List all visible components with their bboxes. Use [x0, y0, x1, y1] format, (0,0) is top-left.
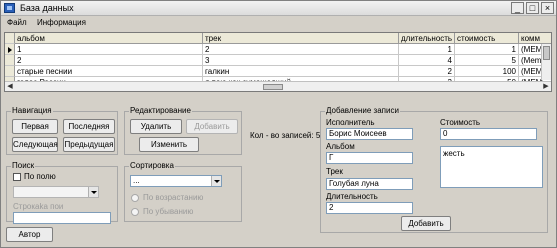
cell-album[interactable]: 2: [15, 55, 203, 66]
cost-label: Стоимость: [440, 118, 481, 127]
delete-button[interactable]: Удалить: [130, 119, 182, 134]
header-indicator: [5, 33, 15, 44]
sort-descending-radio[interactable]: [131, 208, 139, 216]
cell-cost[interactable]: 1: [455, 44, 519, 55]
add-record-button[interactable]: Добавить: [401, 216, 451, 231]
column-header-album[interactable]: альбом: [15, 33, 203, 44]
cell-track[interactable]: 2: [203, 44, 399, 55]
search-string-label: Строкаka пои: [13, 202, 64, 211]
column-header-comment[interactable]: комм: [519, 33, 551, 44]
search-input[interactable]: [13, 212, 111, 224]
next-button[interactable]: Следующая: [12, 137, 58, 152]
cell-album[interactable]: 1: [15, 44, 203, 55]
app-window: База данных _ □ × Файл Информация альбом…: [0, 0, 557, 248]
menu-file[interactable]: Файл: [7, 18, 27, 27]
row-indicator: [5, 55, 15, 66]
sort-ascending-radio[interactable]: [131, 194, 139, 202]
table-row[interactable]: старые песнии галкин 2 100 (MEM: [5, 66, 551, 77]
cell-comment[interactable]: (MEM: [519, 44, 543, 55]
grid-header-row: альбом трек длительность стоимость комм: [5, 33, 551, 44]
cell-comment[interactable]: (MEM: [519, 66, 543, 77]
duration-input[interactable]: 2: [326, 202, 413, 214]
performer-label: Исполнитель: [326, 118, 375, 127]
title-bar[interactable]: База данных _ □ ×: [1, 1, 556, 16]
maximize-icon[interactable]: □: [526, 2, 539, 14]
menu-info[interactable]: Информация: [37, 18, 86, 27]
previous-button[interactable]: Предыдущая: [63, 137, 115, 152]
menu-bar: Файл Информация: [1, 16, 556, 29]
last-button[interactable]: Последняя: [63, 119, 115, 134]
grid-vertical-scrollbar[interactable]: [541, 44, 551, 80]
cost-input[interactable]: 0: [440, 128, 537, 140]
add-record-group-title: Добавление записи: [325, 106, 400, 116]
cell-cost[interactable]: 5: [455, 55, 519, 66]
horizontal-scroll-thumb[interactable]: [263, 84, 283, 90]
by-field-checkbox[interactable]: [13, 173, 21, 181]
cell-duration[interactable]: 2: [399, 66, 455, 77]
editing-group-title: Редактирование: [129, 106, 192, 116]
scroll-left-icon[interactable]: ◀: [6, 83, 14, 91]
current-row-indicator: [5, 44, 15, 55]
row-pointer-icon: [8, 47, 12, 53]
column-header-duration[interactable]: длительность: [399, 33, 455, 44]
sort-field-combo-value: ...: [133, 176, 140, 185]
navigation-group-title: Навигация: [11, 106, 53, 116]
column-header-cost[interactable]: стоимость: [455, 33, 519, 44]
navigation-group: Навигация Первая Последняя Следующая Пре…: [6, 106, 118, 155]
cell-duration[interactable]: 4: [399, 55, 455, 66]
track-label: Трек: [326, 167, 343, 176]
sorting-group-title: Сортировка: [129, 161, 175, 171]
sorting-group: Сортировка ... По возрастанию По убывани…: [124, 161, 242, 222]
sort-ascending-label: По возрастанию: [143, 193, 204, 202]
cell-cost[interactable]: 100: [455, 66, 519, 77]
album-input[interactable]: Г: [326, 152, 413, 164]
table-row[interactable]: 1 2 1 1 (MEM: [5, 44, 551, 55]
album-label: Альбом: [326, 142, 355, 151]
search-field-combo[interactable]: [13, 186, 99, 198]
edit-button[interactable]: Изменить: [139, 137, 199, 152]
cell-track[interactable]: галкин: [203, 66, 399, 77]
window-title: База данных: [20, 3, 74, 13]
minimize-icon[interactable]: _: [511, 2, 524, 14]
vertical-scroll-thumb[interactable]: [543, 46, 550, 60]
editing-group: Редактирование Удалить Добавить Изменить: [124, 106, 242, 155]
row-indicator: [5, 66, 15, 77]
column-header-track[interactable]: трек: [203, 33, 399, 44]
grid-horizontal-scrollbar[interactable]: ◀ ▶: [5, 81, 551, 91]
add-button[interactable]: Добавить: [186, 119, 238, 134]
cell-album[interactable]: старые песнии: [15, 66, 203, 77]
author-button[interactable]: Автор: [6, 227, 53, 242]
first-button[interactable]: Первая: [12, 119, 58, 134]
cell-track[interactable]: 3: [203, 55, 399, 66]
records-grid[interactable]: альбом трек длительность стоимость комм …: [4, 32, 552, 92]
add-record-group: Добавление записи Исполнитель Борис Моис…: [320, 106, 548, 233]
cell-duration[interactable]: 1: [399, 44, 455, 55]
cell-comment[interactable]: (Mem: [519, 55, 543, 66]
track-input[interactable]: Голубая луна: [326, 178, 413, 190]
record-count-label: Кол - во записей: 5: [250, 131, 321, 140]
table-row[interactable]: 2 3 4 5 (Mem: [5, 55, 551, 66]
chevron-down-icon[interactable]: [88, 187, 98, 197]
search-group: Поиск По полю Строкаka пои: [6, 161, 118, 224]
comment-memo[interactable]: жесть: [440, 146, 543, 188]
close-icon[interactable]: ×: [541, 2, 554, 14]
by-field-label: По полю: [24, 172, 56, 181]
duration-label: Длительность: [326, 192, 378, 201]
sort-descending-label: По убыванию: [143, 207, 194, 216]
database-app-icon: [4, 3, 15, 13]
chevron-down-icon[interactable]: [211, 176, 221, 186]
search-group-title: Поиск: [11, 161, 36, 171]
scroll-right-icon[interactable]: ▶: [542, 83, 550, 91]
performer-input[interactable]: Борис Моисеев: [326, 128, 413, 140]
sort-field-combo[interactable]: ...: [130, 175, 222, 187]
